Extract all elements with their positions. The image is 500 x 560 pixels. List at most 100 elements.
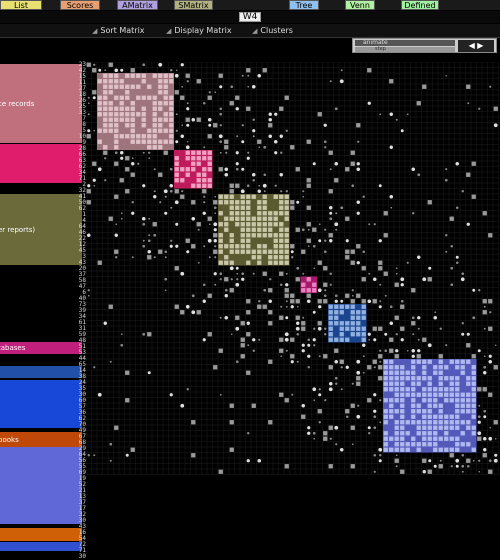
matrix-cell <box>252 349 255 352</box>
matrix-cell <box>478 107 481 110</box>
group-bar[interactable]: er reports) <box>0 194 82 265</box>
group-bar[interactable] <box>0 542 82 551</box>
group-bar[interactable] <box>0 447 82 524</box>
tab-venn[interactable]: Venn <box>345 0 375 10</box>
matrix-cell <box>318 388 321 391</box>
matrix-cell <box>240 233 245 238</box>
matrix-cell <box>455 365 460 370</box>
matrix-cell <box>218 222 223 227</box>
matrix-cell <box>394 458 399 463</box>
matrix-cell <box>444 387 449 392</box>
matrix-cell <box>477 420 481 424</box>
matrix-cell <box>422 370 427 375</box>
matrix-cell <box>411 381 416 386</box>
matrix-cell <box>97 79 102 84</box>
group-bar[interactable] <box>0 144 82 183</box>
matrix-cell <box>460 431 465 436</box>
matrix-cell <box>235 326 240 331</box>
matrix-cell <box>279 283 283 287</box>
matrix-cell <box>208 123 212 127</box>
matrix-cell <box>378 305 382 309</box>
matrix-cell <box>147 139 152 144</box>
matrix-cell <box>312 282 317 287</box>
matrix-cell <box>103 128 108 133</box>
matrix-cell <box>103 117 108 122</box>
matrix-cell <box>169 101 174 106</box>
similarity-matrix[interactable] <box>86 62 500 500</box>
group-bar[interactable]: books <box>0 432 82 447</box>
matrix-cell <box>213 222 218 227</box>
matrix-cell <box>422 442 427 447</box>
matrix-cell <box>345 293 350 298</box>
matrix-cell <box>427 414 432 419</box>
matrix-cell <box>445 250 448 253</box>
matrix-cell <box>196 161 201 166</box>
matrix-cell <box>433 365 438 370</box>
matrix-cell <box>373 470 376 473</box>
tab-scores[interactable]: Scores <box>60 0 100 10</box>
play-icon[interactable]: ◀ ▶ <box>458 40 494 52</box>
matrix-cell <box>251 222 256 227</box>
matrix-cell <box>87 102 90 105</box>
clusters-menu[interactable]: ◢ Clusters <box>252 25 293 37</box>
tab-defined[interactable]: Defined <box>401 0 439 10</box>
sort-matrix-menu[interactable]: ◢ Sort Matrix <box>92 25 145 37</box>
display-matrix-menu[interactable]: ◢ Display Matrix <box>166 25 232 37</box>
tab-list[interactable]: List <box>0 0 42 10</box>
matrix-cell <box>273 238 278 243</box>
matrix-cell <box>471 447 476 452</box>
matrix-cell <box>125 84 130 89</box>
group-bar[interactable]: ce records <box>0 64 82 143</box>
matrix-cell <box>285 316 289 320</box>
matrix-cell <box>471 392 476 397</box>
matrix-cell <box>301 349 305 353</box>
matrix-cell <box>345 409 350 414</box>
matrix-cell <box>449 216 454 221</box>
matrix-cell <box>373 409 377 413</box>
matrix-cell <box>471 431 476 436</box>
matrix-cell <box>312 244 316 248</box>
tab-amatrix[interactable]: AMatrix <box>117 0 158 10</box>
step-slider[interactable]: step <box>355 47 455 52</box>
matrix-cell <box>323 266 328 271</box>
matrix-cell <box>334 299 338 303</box>
matrix-cell <box>351 294 354 297</box>
matrix-cell <box>461 332 465 336</box>
matrix-cell <box>152 112 157 117</box>
matrix-cell <box>400 403 405 408</box>
matrix-cell <box>417 338 420 341</box>
matrix-cell <box>163 101 168 106</box>
matrix-cell <box>119 106 124 111</box>
matrix-cell <box>103 95 108 100</box>
tab-smatrix[interactable]: SMatrix <box>174 0 213 10</box>
group-bar[interactable] <box>0 380 82 428</box>
matrix-cell <box>169 117 174 122</box>
animate-slider[interactable]: animate <box>355 40 455 46</box>
matrix-cell <box>493 123 498 128</box>
matrix-cell <box>279 271 284 276</box>
group-bar[interactable]: tabases <box>0 342 82 354</box>
matrix-cell <box>411 321 416 326</box>
matrix-cell <box>422 359 427 364</box>
matrix-cell <box>141 123 146 128</box>
matrix-cell <box>378 459 382 463</box>
group-bar[interactable] <box>0 366 82 378</box>
matrix-cell <box>251 249 256 254</box>
matrix-cell <box>257 233 262 238</box>
matrix-cell <box>207 178 212 183</box>
cluster-block[interactable] <box>97 73 174 150</box>
matrix-cell <box>323 436 328 441</box>
matrix-cell <box>207 332 212 337</box>
matrix-cell <box>218 469 223 474</box>
matrix-cell <box>268 249 273 254</box>
matrix-cell <box>389 359 394 364</box>
matrix-cell <box>455 409 460 414</box>
matrix-cell <box>411 436 416 441</box>
matrix-cell <box>400 398 405 403</box>
matrix-cell <box>131 201 134 204</box>
matrix-cell <box>262 222 267 227</box>
tab-tree[interactable]: Tree <box>289 0 319 10</box>
matrix-cell <box>224 139 229 144</box>
group-bar[interactable] <box>0 528 82 541</box>
matrix-cell <box>383 233 388 238</box>
